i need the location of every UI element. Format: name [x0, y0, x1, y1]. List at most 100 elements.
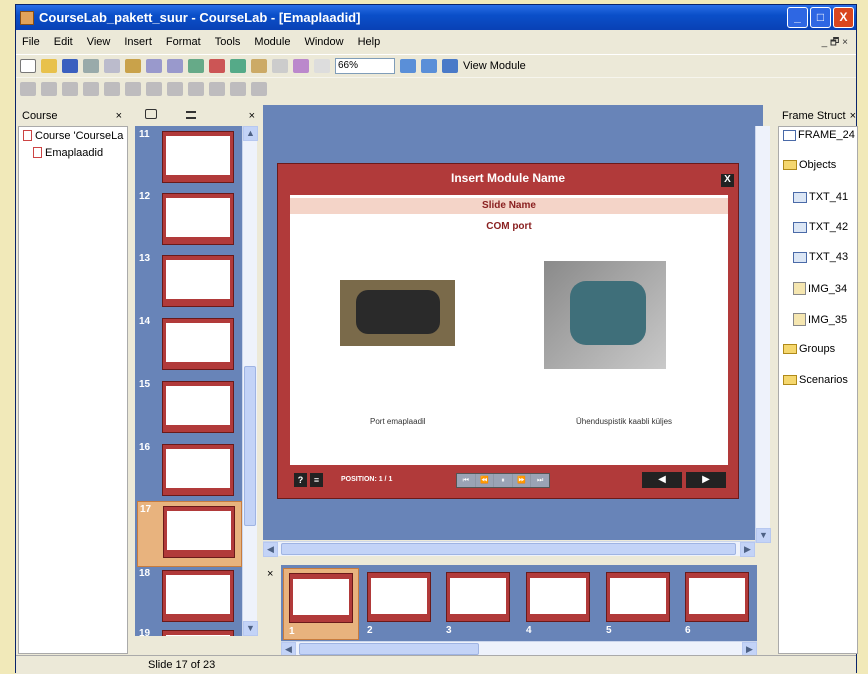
filmstrip-scrollbar[interactable]: ◀ ▶ [281, 641, 757, 657]
scroll-left-icon[interactable]: ◀ [263, 542, 278, 557]
send-back-icon[interactable] [167, 81, 183, 96]
help-button[interactable]: ? [294, 473, 307, 487]
frame-item[interactable]: FRAME_24 [783, 129, 855, 141]
insert-text-icon[interactable] [188, 58, 204, 73]
bring-front-icon[interactable] [146, 81, 162, 96]
forward-button[interactable]: ⏩ [512, 474, 531, 487]
distribute-icon[interactable] [104, 81, 120, 96]
insert-object-icon[interactable] [230, 58, 246, 73]
tree-item-module[interactable]: Emaplaadid [19, 144, 127, 161]
content-title[interactable]: COM port [290, 221, 728, 232]
object-txt-41[interactable]: TXT_41 [793, 191, 848, 203]
filmstrip-scroll-thumb[interactable] [299, 643, 479, 655]
prev-slide-icon[interactable] [400, 58, 416, 73]
align-center-icon[interactable] [41, 81, 57, 96]
slide-thumb-11[interactable]: 11 [137, 127, 242, 189]
frame-panel-close[interactable]: × [850, 107, 856, 125]
close-button[interactable]: X [833, 7, 854, 28]
insert-media-icon[interactable] [251, 58, 267, 73]
menu-edit[interactable]: Edit [54, 36, 73, 48]
object-txt-42[interactable]: TXT_42 [793, 221, 848, 233]
objects-folder[interactable]: Objects [783, 159, 836, 171]
frame-thumb-1[interactable]: 1 [283, 568, 359, 640]
undo-icon[interactable] [146, 58, 162, 73]
view-module-icon[interactable] [442, 58, 458, 73]
fill-color-icon[interactable] [230, 81, 246, 96]
scenarios-folder[interactable]: Scenarios [783, 374, 848, 386]
slide-thumb-15[interactable]: 15 [137, 377, 242, 439]
slide-close-button[interactable]: X [721, 174, 734, 187]
rewind-button[interactable]: ⏪ [475, 474, 494, 487]
slide-thumb-16[interactable]: 16 [137, 440, 242, 502]
slide-thumb-17[interactable]: 17 [137, 501, 242, 567]
menu-button[interactable]: ≡ [310, 473, 323, 487]
maximize-button[interactable]: □ [810, 7, 831, 28]
align-top-icon[interactable] [83, 81, 99, 96]
frame-thumb-4[interactable]: 4 [521, 568, 597, 640]
first-button[interactable]: ⏮ [457, 474, 475, 487]
view-module-button[interactable]: View Module [463, 60, 526, 72]
open-icon[interactable] [41, 58, 57, 73]
tree-item-course[interactable]: Course 'CourseLa [19, 127, 127, 144]
align-right-icon[interactable] [62, 81, 78, 96]
outline-tab-icon[interactable] [186, 111, 197, 119]
scroll-down-icon[interactable]: ▼ [756, 528, 771, 543]
action-icon[interactable] [293, 58, 309, 73]
object-img-35[interactable]: IMG_35 [793, 313, 847, 326]
redo-icon[interactable] [167, 58, 183, 73]
cut-icon[interactable] [83, 58, 99, 73]
new-icon[interactable] [20, 58, 36, 73]
caption-left[interactable]: Port emaplaadil [370, 417, 426, 426]
pause-button[interactable]: ⏸ [494, 474, 512, 487]
object-txt-43[interactable]: TXT_43 [793, 251, 848, 263]
thumbs-scrollbar[interactable]: ▲ ▼ [242, 126, 258, 636]
course-panel-close[interactable]: × [116, 107, 122, 125]
motherboard-port-image[interactable] [340, 280, 455, 346]
preview-icon[interactable] [314, 58, 330, 73]
menu-help[interactable]: Help [358, 36, 381, 48]
pointer-icon[interactable] [272, 58, 288, 73]
filmstrip-close[interactable]: × [263, 565, 279, 583]
mdi-controls[interactable]: _ 🗗 × [822, 35, 848, 52]
slide-thumb-12[interactable]: 12 [137, 189, 242, 251]
menu-view[interactable]: View [87, 36, 111, 48]
menu-format[interactable]: Format [166, 36, 201, 48]
next-button[interactable]: ▶ [686, 472, 726, 488]
canvas-vscroll[interactable]: ▼ [755, 126, 771, 543]
zoom-select[interactable]: 66% [335, 57, 395, 74]
frame-thumb-5[interactable]: 5 [601, 568, 677, 640]
frame-thumb-3[interactable]: 3 [441, 568, 517, 640]
menu-module[interactable]: Module [254, 36, 290, 48]
ungroup-icon[interactable] [209, 81, 225, 96]
slides-panel-close[interactable]: × [249, 107, 255, 125]
menu-window[interactable]: Window [304, 36, 343, 48]
insert-image-icon[interactable] [209, 58, 225, 73]
scroll-down-icon[interactable]: ▼ [243, 621, 258, 636]
slide-thumb-19[interactable]: 19 [137, 626, 242, 636]
slides-tab-icon[interactable] [145, 109, 157, 119]
menu-tools[interactable]: Tools [215, 36, 241, 48]
slide-thumb-13[interactable]: 13 [137, 251, 242, 313]
scroll-up-icon[interactable]: ▲ [243, 126, 258, 141]
frame-thumb-6[interactable]: 6 [680, 568, 756, 640]
hscroll-thumb[interactable] [281, 543, 736, 555]
slide-thumb-14[interactable]: 14 [137, 314, 242, 376]
last-button[interactable]: ⏭ [531, 474, 549, 487]
module-name[interactable]: Insert Module Name [278, 171, 738, 185]
groups-folder[interactable]: Groups [783, 343, 835, 355]
menu-insert[interactable]: Insert [124, 36, 152, 48]
slide-name[interactable]: Slide Name [290, 198, 728, 214]
line-color-icon[interactable] [251, 81, 267, 96]
paste-icon[interactable] [125, 58, 141, 73]
frame-thumb-2[interactable]: 2 [362, 568, 438, 640]
canvas-hscroll[interactable]: ◀ ▶ [263, 541, 755, 557]
prev-button[interactable]: ◀ [642, 472, 682, 488]
same-size-icon[interactable] [125, 81, 141, 96]
next-slide-icon[interactable] [421, 58, 437, 73]
caption-right[interactable]: Ühenduspistik kaabli küljes [576, 417, 672, 426]
minimize-button[interactable]: _ [787, 7, 808, 28]
cable-connector-image[interactable] [544, 261, 666, 369]
save-icon[interactable] [62, 58, 78, 73]
align-left-icon[interactable] [20, 81, 36, 96]
scroll-right-icon[interactable]: ▶ [740, 542, 755, 557]
